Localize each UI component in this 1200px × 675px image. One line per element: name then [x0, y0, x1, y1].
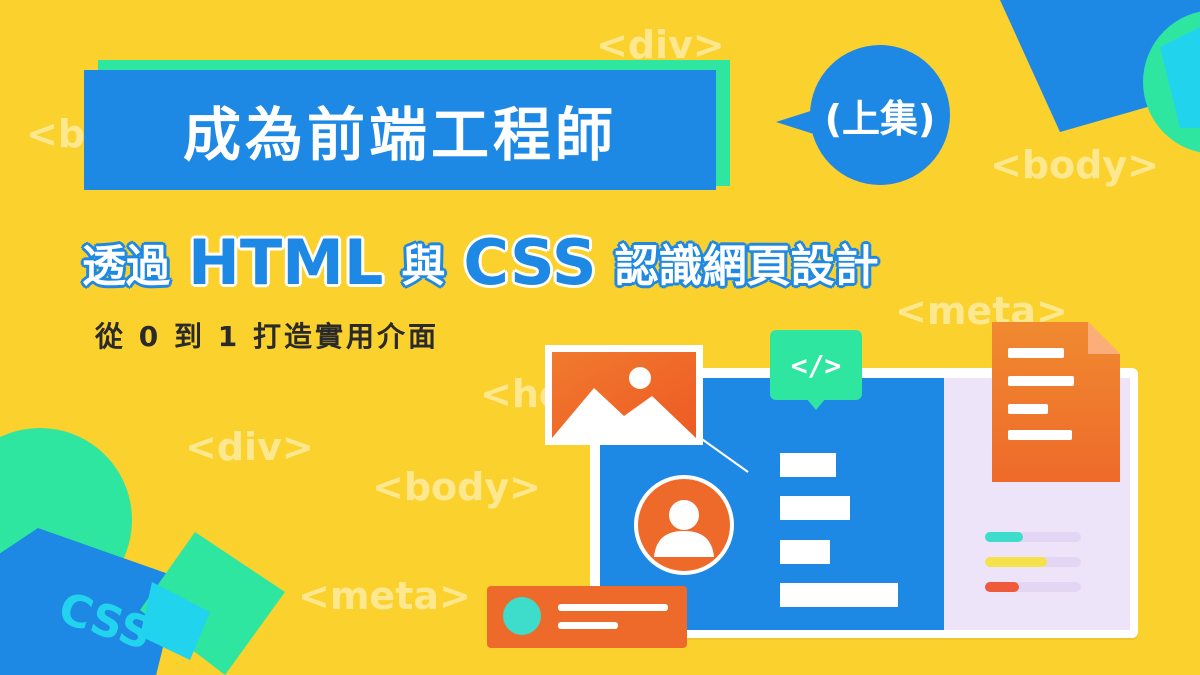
- side-fill-3: [985, 582, 1019, 592]
- chip-avatar: [503, 597, 541, 635]
- banner-canvas: <div> <bo <body> <meta> <he <div> <body>…: [0, 0, 1200, 675]
- subtitle-part-3: 認識網頁設計: [614, 241, 879, 292]
- subtitle-part-2: 與: [401, 241, 446, 292]
- subtitle: 透過 HTML 與 CSS 認識網頁設計: [82, 222, 1082, 302]
- subtitle-css: CSS: [463, 225, 597, 299]
- content-line-2: [780, 496, 850, 520]
- code-icon: </>: [770, 330, 862, 400]
- bg-tag-body-right: <body>: [990, 143, 1159, 187]
- bg-tag-div-top: <div>: [596, 23, 725, 67]
- user-icon: [634, 475, 734, 575]
- bg-tag-div-mid: <div>: [185, 425, 314, 469]
- episode-bubble: (上集): [810, 45, 950, 185]
- bg-tag-meta-bottom: <meta>: [298, 574, 471, 618]
- code-tag-tail: [806, 398, 826, 410]
- code-tag-label: </>: [790, 348, 842, 382]
- side-fill-2: [985, 557, 1047, 567]
- content-line-4: [780, 583, 898, 607]
- image-icon: [552, 352, 696, 438]
- bg-tag-body-mid: <body>: [372, 465, 541, 509]
- document-icon: [992, 322, 1120, 482]
- episode-label: (上集): [824, 96, 936, 141]
- page-title: 成為前端工程師: [182, 101, 617, 169]
- tagline: 從 0 到 1 打造實用介面: [95, 320, 439, 353]
- chip-line-1: [558, 604, 668, 611]
- chip-line-2: [558, 622, 618, 629]
- subtitle-html: HTML: [188, 225, 384, 299]
- content-line-3: [780, 540, 830, 564]
- side-fill-1: [985, 532, 1023, 542]
- subtitle-part-1: 透過: [82, 241, 170, 292]
- title-banner: 成為前端工程師: [84, 70, 716, 190]
- content-line-1: [780, 453, 836, 477]
